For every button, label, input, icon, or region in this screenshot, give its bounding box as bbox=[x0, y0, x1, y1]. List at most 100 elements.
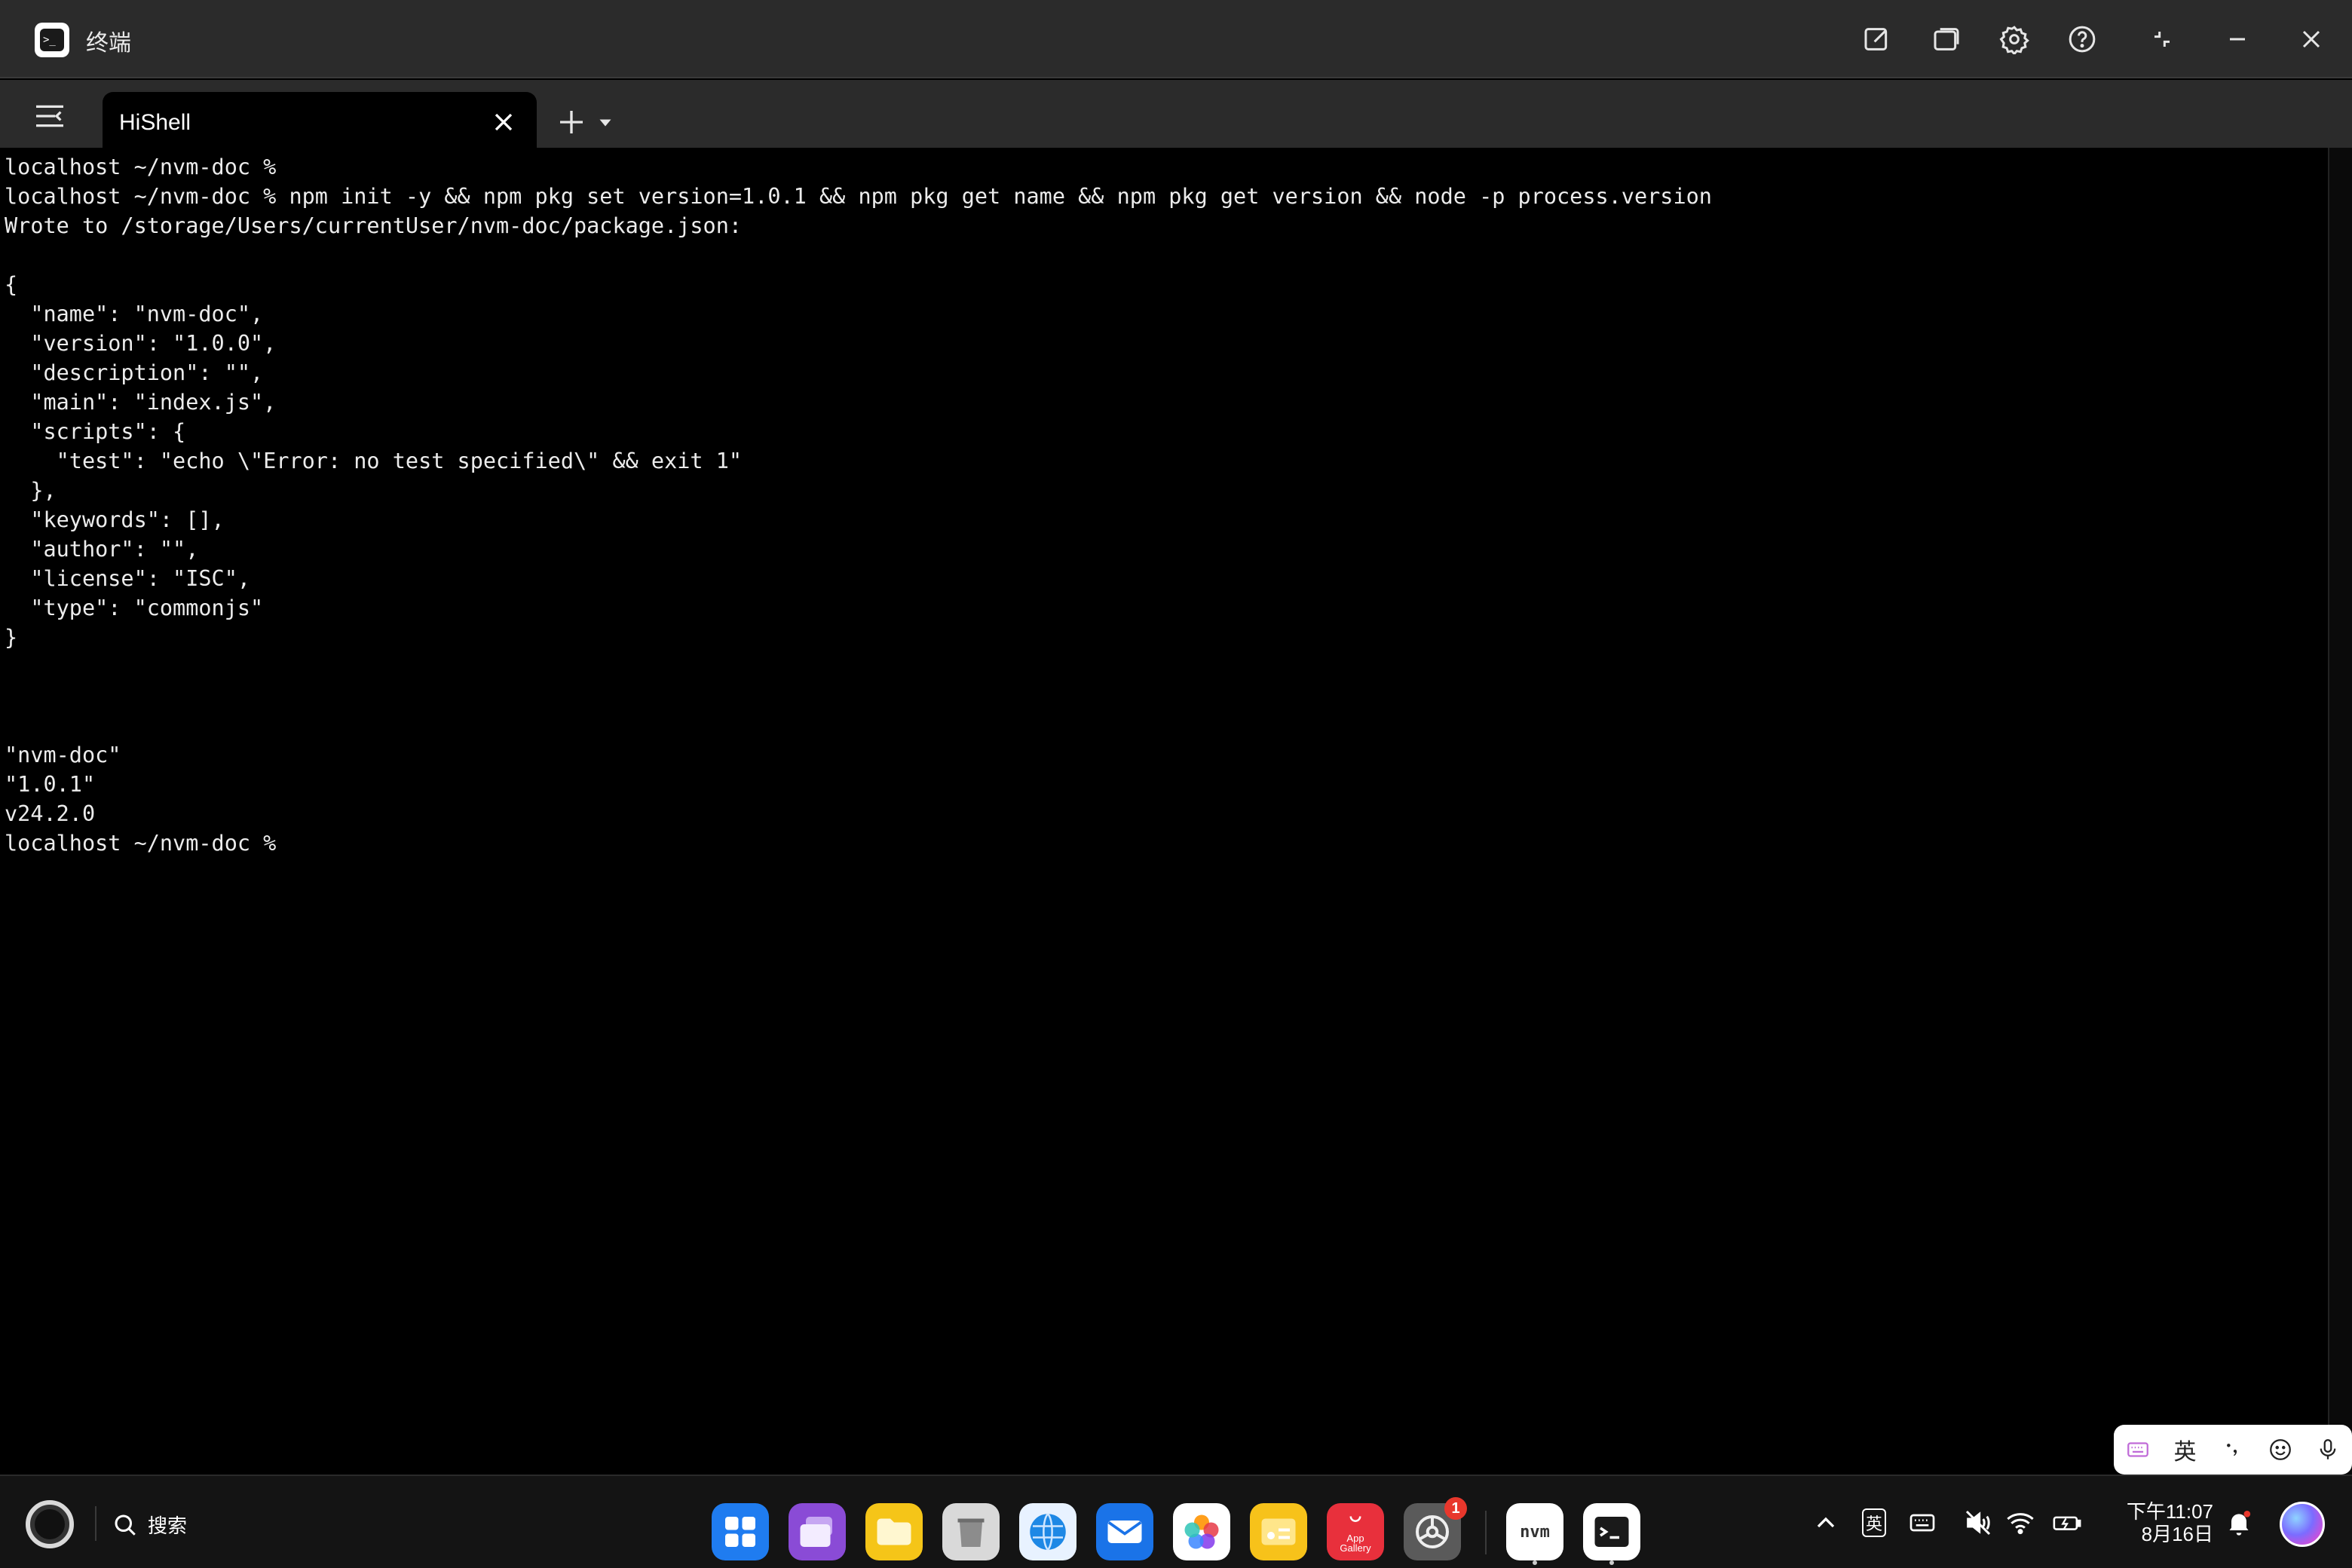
terminal-line: "version": "1.0.0", bbox=[5, 331, 277, 356]
terminal-line: localhost ~/nvm-doc % npm init -y && npm… bbox=[5, 184, 1712, 209]
terminal-line: "type": "commonjs" bbox=[5, 596, 264, 620]
dock-app-multitask[interactable] bbox=[789, 1503, 846, 1560]
keyboard-icon bbox=[2127, 1442, 2148, 1457]
trash-icon bbox=[957, 1518, 985, 1547]
dock-app-nvm[interactable]: nvm bbox=[1506, 1503, 1563, 1560]
title-bar: >_ 终端 bbox=[0, 0, 2352, 78]
ime-keyboard-button[interactable] bbox=[2114, 1425, 2161, 1475]
gear-icon bbox=[1999, 26, 2029, 54]
app-grid-icon bbox=[725, 1517, 755, 1547]
split-view-button[interactable] bbox=[1927, 20, 1966, 59]
tray-volume-button[interactable] bbox=[1962, 1506, 1995, 1539]
dock-app-appgallery[interactable]: App Gallery bbox=[1327, 1503, 1384, 1560]
terminal-line: } bbox=[5, 625, 18, 650]
clock-time: 下午11:07 bbox=[2126, 1500, 2213, 1523]
dock-app-mail[interactable] bbox=[1096, 1503, 1153, 1560]
punctuation-icon bbox=[2226, 1444, 2237, 1456]
start-button[interactable] bbox=[26, 1500, 74, 1548]
dock-app-files[interactable] bbox=[865, 1503, 923, 1560]
shopping-bag-icon bbox=[1349, 1516, 1361, 1522]
assistant-orb[interactable] bbox=[2280, 1502, 2325, 1547]
tray-expand-button[interactable] bbox=[1811, 1506, 1841, 1539]
notes-icon bbox=[1261, 1518, 1296, 1545]
windows-icon bbox=[1934, 28, 1959, 51]
terminal-line: "1.0.1" bbox=[5, 772, 96, 797]
dock-app-notes[interactable] bbox=[1250, 1503, 1307, 1560]
ime-voice-button[interactable] bbox=[2304, 1425, 2351, 1475]
window-title: 终端 bbox=[86, 31, 131, 56]
divider bbox=[95, 1506, 96, 1541]
dock-app-settings[interactable]: 1 bbox=[1404, 1497, 1467, 1560]
edit-icon bbox=[1864, 28, 1888, 51]
ime-language-button[interactable]: 英 bbox=[2161, 1425, 2209, 1475]
terminal-line: "scripts": { bbox=[5, 419, 186, 444]
terminal-line: "nvm-doc" bbox=[5, 743, 121, 767]
dock-app-gallery[interactable] bbox=[1173, 1503, 1230, 1560]
terminal-line: "license": "ISC", bbox=[5, 566, 251, 591]
terminal-output[interactable]: localhost ~/nvm-doc % localhost ~/nvm-doc… bbox=[0, 148, 2328, 1475]
microphone-icon bbox=[2320, 1439, 2335, 1459]
help-icon bbox=[2069, 26, 2096, 53]
dropdown-icon[interactable] bbox=[599, 118, 612, 128]
terminal-line: v24.2.0 bbox=[5, 801, 96, 826]
minimize-icon bbox=[2230, 38, 2245, 41]
terminal-line: }, bbox=[5, 478, 57, 503]
dock-app-trash[interactable] bbox=[942, 1503, 1000, 1560]
terminal-app-icon: >_ bbox=[35, 23, 69, 57]
tray-wifi-button[interactable] bbox=[2004, 1506, 2037, 1539]
tray-keyboard-button[interactable] bbox=[1907, 1506, 1937, 1539]
globe-icon bbox=[1030, 1513, 1066, 1551]
terminal-icon bbox=[1594, 1517, 1629, 1547]
appgallery-label: App Gallery bbox=[1340, 1533, 1371, 1554]
terminal-line: "keywords": [], bbox=[5, 507, 225, 532]
tab-hishell[interactable]: HiShell bbox=[103, 92, 537, 154]
close-icon bbox=[2302, 30, 2320, 48]
search-icon bbox=[115, 1514, 136, 1536]
settings-button[interactable] bbox=[1995, 20, 2034, 59]
tab-bar: HiShell bbox=[0, 80, 2352, 154]
keyboard-icon bbox=[1909, 1514, 1935, 1532]
dock-app-launcher[interactable] bbox=[712, 1503, 769, 1560]
dock-app-browser[interactable] bbox=[1019, 1503, 1076, 1560]
terminal-scrollbar[interactable] bbox=[2328, 148, 2352, 1475]
notification-badge: 1 bbox=[1444, 1497, 1467, 1520]
new-window-button[interactable] bbox=[1857, 20, 1897, 59]
dock-divider bbox=[1485, 1511, 1487, 1554]
clock[interactable]: 下午11:07 8月16日 bbox=[2117, 1500, 2213, 1545]
tray-ime-button[interactable]: 英 bbox=[1859, 1506, 1889, 1539]
windows-stack-icon bbox=[800, 1517, 832, 1547]
chevron-up-icon bbox=[1817, 1517, 1835, 1528]
nvm-logo-label: nvm bbox=[1520, 1522, 1550, 1542]
tab-label: HiShell bbox=[119, 110, 191, 135]
volume-mute-icon bbox=[1965, 1510, 1991, 1536]
ime-emoji-button[interactable] bbox=[2256, 1425, 2304, 1475]
mail-icon bbox=[1107, 1521, 1142, 1543]
terminal-line: localhost ~/nvm-doc % bbox=[5, 155, 277, 179]
add-tab-icon[interactable] bbox=[556, 107, 586, 137]
terminal-line: "main": "index.js", bbox=[5, 390, 277, 415]
bell-icon bbox=[2229, 1511, 2251, 1536]
photos-icon bbox=[1184, 1514, 1219, 1549]
tray-notification-button[interactable] bbox=[2222, 1506, 2256, 1539]
clock-date: 8月16日 bbox=[2141, 1523, 2213, 1545]
terminal-line: { bbox=[5, 272, 18, 297]
terminal-line: "author": "", bbox=[5, 537, 199, 562]
battery-charging-icon bbox=[2053, 1516, 2081, 1530]
tray-battery-button[interactable] bbox=[2047, 1506, 2087, 1539]
close-button[interactable] bbox=[2292, 20, 2331, 59]
terminal-line: "name": "nvm-doc", bbox=[5, 302, 264, 326]
search-button[interactable]: 搜索 bbox=[112, 1511, 187, 1539]
tab-close-icon[interactable] bbox=[488, 107, 519, 137]
running-indicator bbox=[1609, 1560, 1614, 1565]
minimize-button[interactable] bbox=[2218, 20, 2257, 59]
dock-app-terminal[interactable] bbox=[1583, 1503, 1640, 1560]
restore-button[interactable] bbox=[2142, 20, 2182, 59]
ime-punctuation-button[interactable] bbox=[2209, 1425, 2256, 1475]
menu-icon[interactable] bbox=[33, 103, 66, 130]
help-button[interactable] bbox=[2063, 20, 2102, 59]
ime-toolbar: 英 bbox=[2114, 1425, 2352, 1475]
search-label: 搜索 bbox=[148, 1514, 188, 1537]
